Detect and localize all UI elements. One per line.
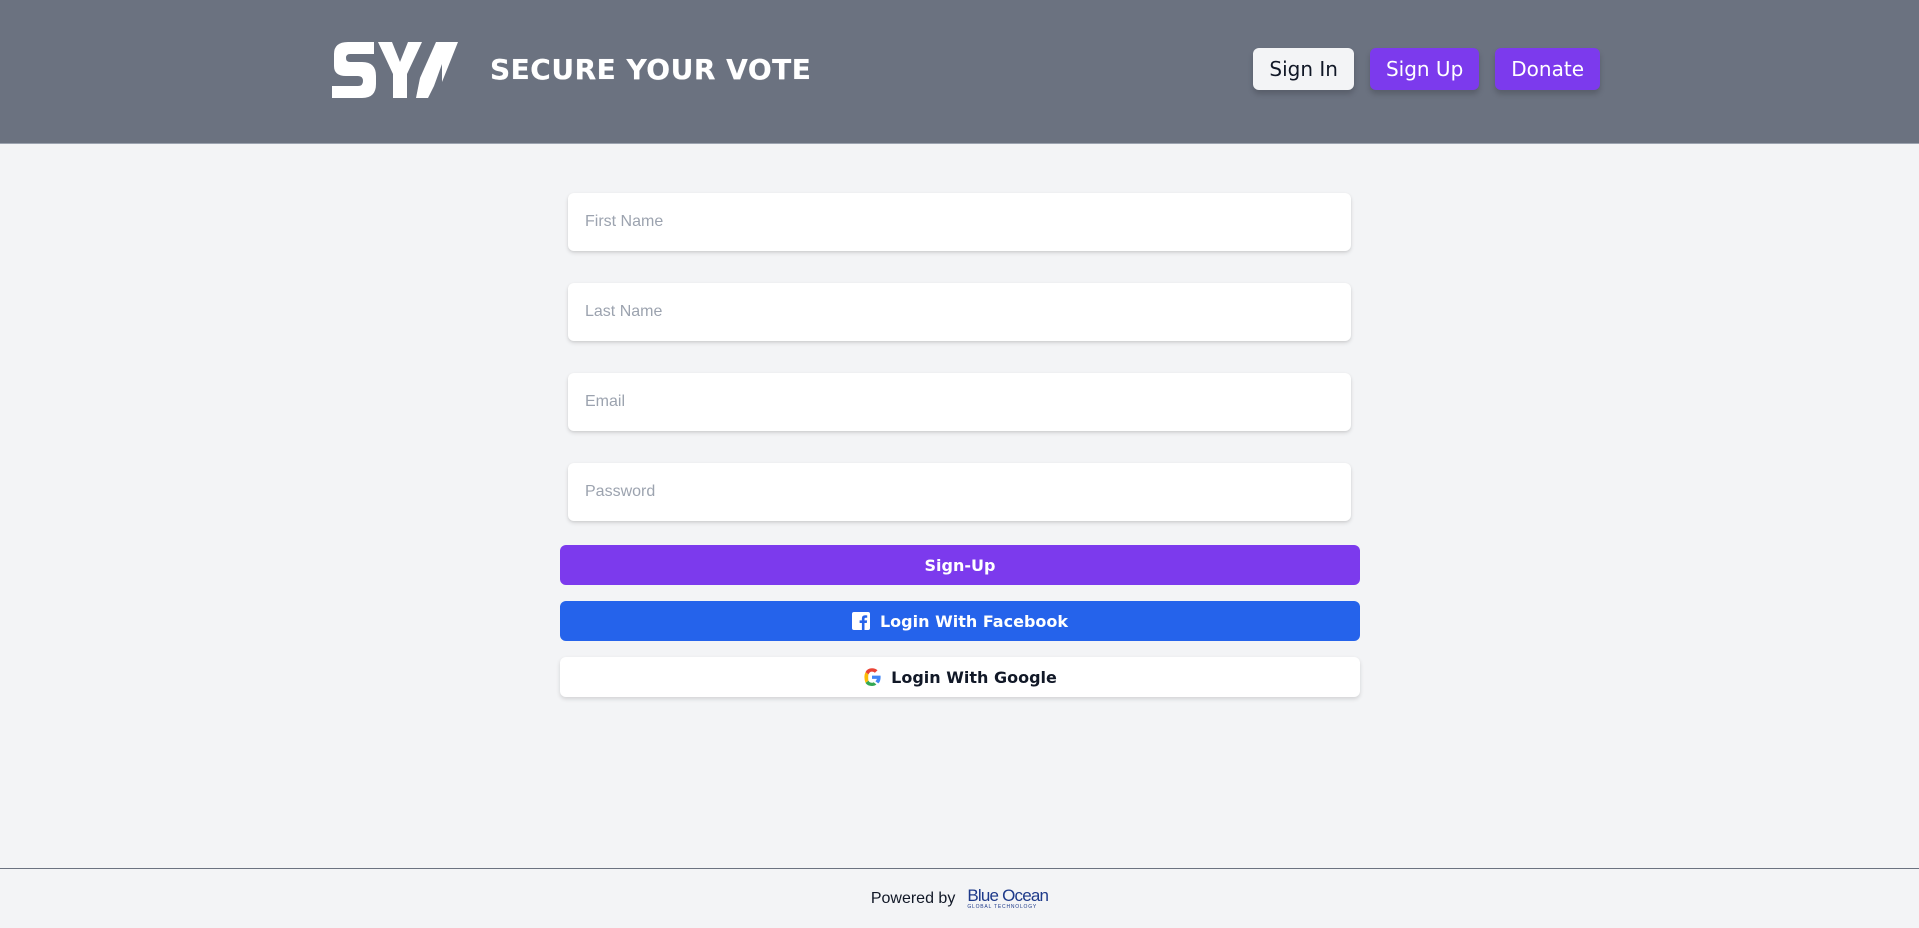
blue-ocean-logo[interactable]: Blue Ocean GLOBAL TECHNOLOGY xyxy=(967,886,1049,910)
sign-up-button[interactable]: Sign Up xyxy=(1369,48,1480,90)
facebook-login-button[interactable]: Login With Facebook xyxy=(560,601,1360,641)
google-login-button[interactable]: Login With Google xyxy=(560,657,1360,697)
site-header: SECURE YOUR VOTE Sign In Sign Up Donate xyxy=(0,0,1919,144)
facebook-login-label: Login With Facebook xyxy=(879,611,1069,631)
blue-ocean-name: Blue Ocean xyxy=(967,886,1049,905)
donate-button[interactable]: Donate xyxy=(1495,48,1600,90)
site-title: SECURE YOUR VOTE xyxy=(490,53,812,86)
blue-ocean-tagline: GLOBAL TECHNOLOGY xyxy=(967,904,1038,910)
powered-by-text: Powered by xyxy=(870,889,956,907)
auth-actions: Sign-Up Login With Facebook Login With G… xyxy=(560,545,1360,713)
google-login-label: Login With Google xyxy=(891,667,1057,687)
signup-submit-button[interactable]: Sign-Up xyxy=(560,545,1360,585)
password-field[interactable] xyxy=(568,463,1351,521)
top-nav: Sign In Sign Up Donate xyxy=(1253,48,1600,90)
google-icon xyxy=(863,668,881,686)
syv-logo[interactable] xyxy=(330,38,460,102)
email-field[interactable] xyxy=(568,373,1351,431)
signup-form xyxy=(568,193,1351,521)
facebook-icon xyxy=(851,612,870,630)
brand[interactable]: SECURE YOUR VOTE xyxy=(330,38,811,102)
signup-submit-label: Sign-Up xyxy=(924,555,996,575)
sign-in-button[interactable]: Sign In xyxy=(1253,48,1354,90)
first-name-field[interactable] xyxy=(568,193,1351,251)
last-name-field[interactable] xyxy=(568,283,1351,341)
site-footer: Powered by Blue Ocean GLOBAL TECHNOLOGY xyxy=(0,868,1919,928)
